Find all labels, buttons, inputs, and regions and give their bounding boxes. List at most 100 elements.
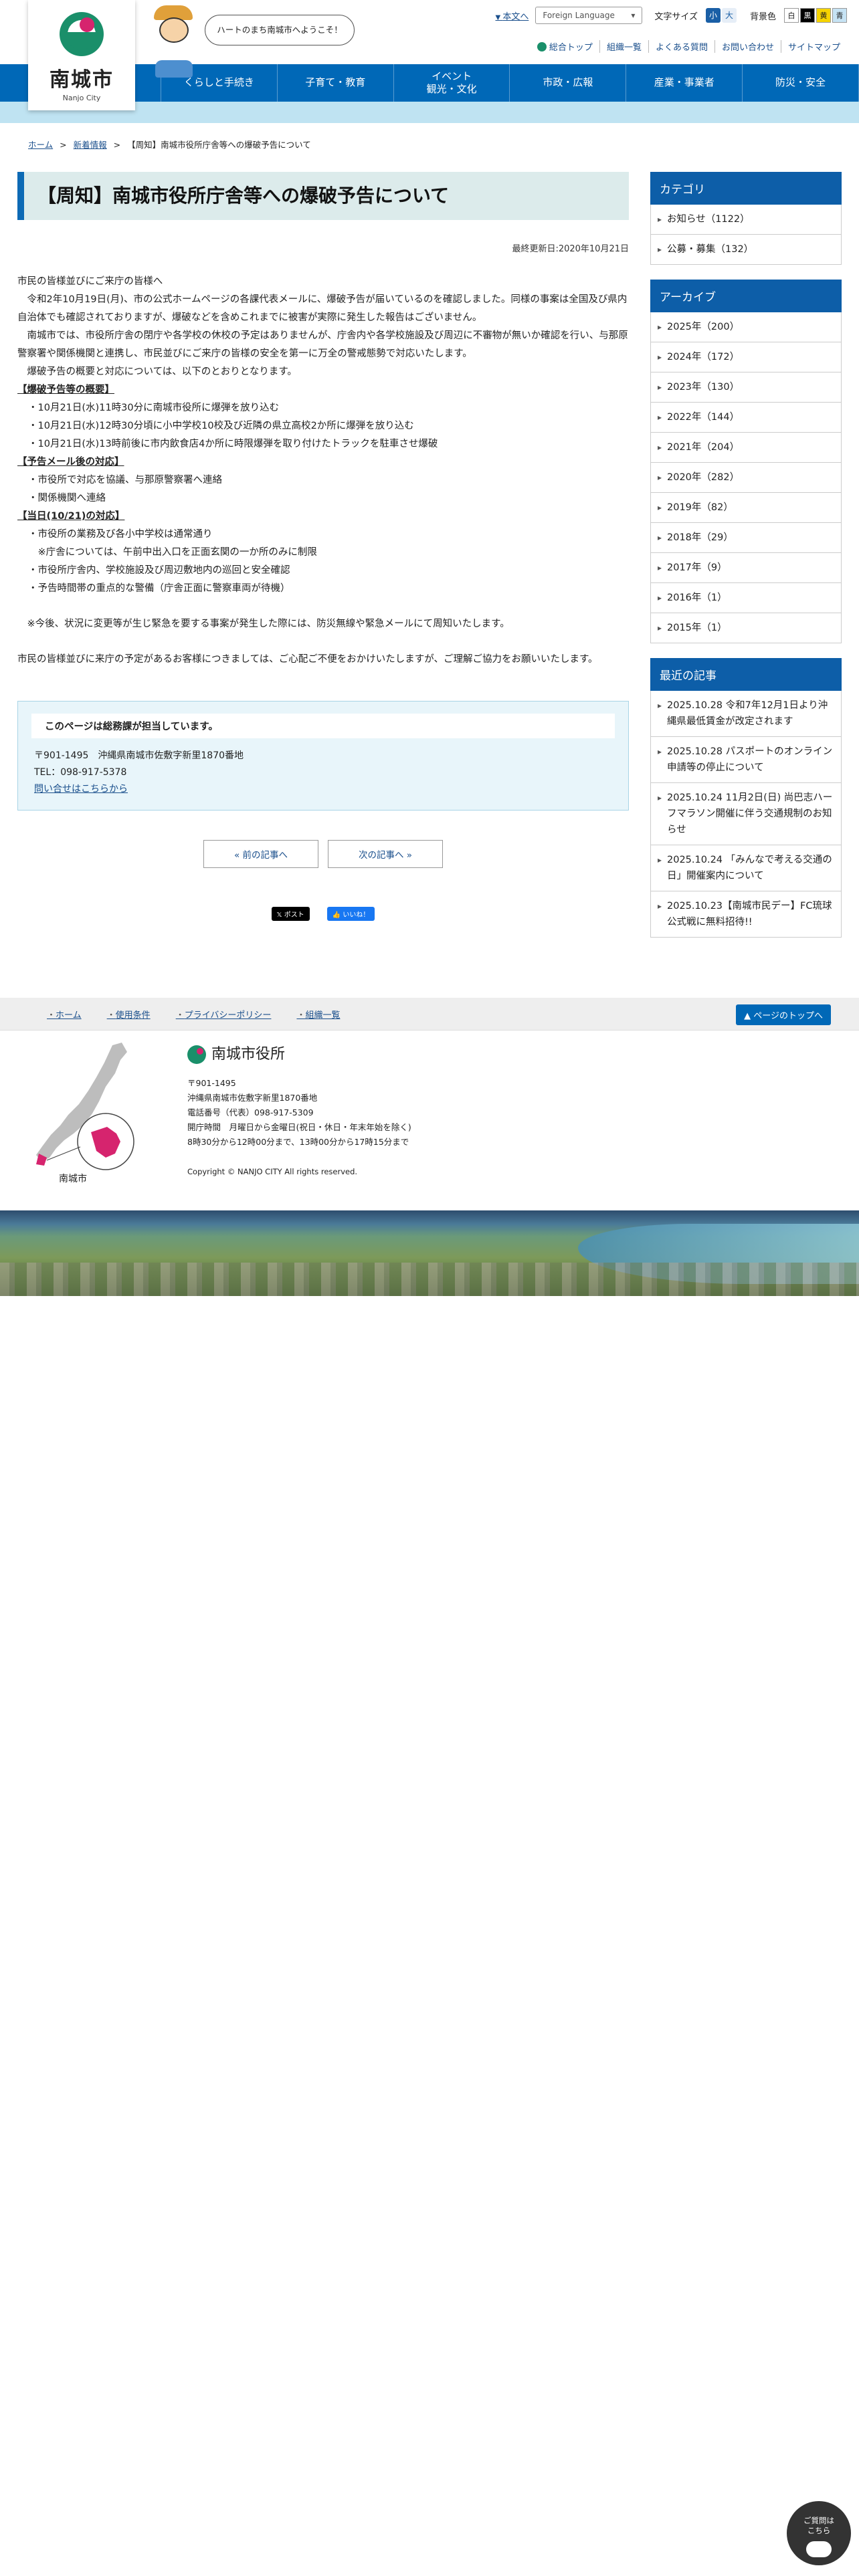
facebook-like-button[interactable]: 👍 いいね！	[326, 907, 375, 921]
logo-subtitle: Nanjo City	[62, 94, 101, 102]
sidebar: カテゴリ お知らせ（1122） 公募・募集（132） アーカイブ 2025年（2…	[650, 172, 842, 952]
home-emblem-icon	[537, 42, 547, 51]
footer-link-org[interactable]: 組織一覧	[296, 1008, 340, 1021]
section-heading: 【予告メール後の対応】	[17, 457, 124, 467]
util-link-top-label: 総合トップ	[549, 43, 593, 53]
recent-item[interactable]: 2025.10.28 パスポートのオンライン申請等の停止について	[650, 737, 842, 783]
util-link-org[interactable]: 組織一覧	[599, 40, 648, 53]
bg-yellow-button[interactable]: 黄	[816, 8, 831, 23]
breadcrumb-news[interactable]: 新着情報	[74, 140, 107, 150]
article-body: 市民の皆様並びにご来庁の皆様へ 令和2年10月19日(月)、市の公式ホームページ…	[17, 273, 629, 669]
footer-address: 沖縄県南城市佐敷字新里1870番地	[187, 1093, 318, 1103]
article-closing: 市民の皆様並びに来庁の予定があるお客様につきましては、ご心配ご不便をおかけいたし…	[17, 654, 598, 665]
mascot-image	[149, 4, 202, 78]
section-item: ・関係機関へ連絡	[28, 493, 106, 504]
archive-item[interactable]: 2017年（9）	[650, 553, 842, 583]
bg-color-label: 背景色	[749, 11, 776, 22]
font-size-small-button[interactable]: 小	[705, 8, 721, 23]
x-post-button[interactable]: 𝕏 ポスト	[271, 907, 310, 921]
section-item: ・市役所の業務及び各小中学校は通常通り	[28, 529, 213, 540]
last-updated: 最終更新日:2020年10月21日	[512, 244, 629, 254]
recent-title: 最近の記事	[650, 658, 842, 691]
bg-white-button[interactable]: 白	[784, 8, 799, 23]
social-buttons: 𝕏 ポスト 👍 いいね！	[17, 907, 629, 921]
category-title: カテゴリ	[650, 172, 842, 205]
section-item: ・市役所で対応を協議、与那原警察署へ連絡	[28, 475, 222, 486]
footer-link-terms[interactable]: 使用条件	[107, 1008, 151, 1021]
recent-item[interactable]: 2025.10.28 令和7年12月1日より沖縄県最低賃金が改定されます	[650, 691, 842, 737]
contact-tel: TEL：098-917-5378	[34, 767, 127, 778]
foreign-language-label: Foreign Language	[543, 11, 615, 20]
footer-link-privacy[interactable]: プライバシーポリシー	[176, 1008, 272, 1021]
bg-black-button[interactable]: 黒	[800, 8, 815, 23]
site-logo[interactable]: 南城市 Nanjo City	[28, 0, 135, 110]
section-item: ・10月21日(水)13時前後に市内飲食店4か所に時限爆弾を取り付けたトラックを…	[28, 439, 438, 449]
footer-postal: 〒901-1495	[187, 1078, 236, 1088]
archive-item[interactable]: 2022年（144）	[650, 403, 842, 433]
chat-bubble-icon	[806, 2541, 832, 2557]
contact-heading: このページは総務課が担当しています。	[31, 714, 615, 738]
recent-box: 最近の記事 2025.10.28 令和7年12月1日より沖縄県最低賃金が改定され…	[650, 658, 842, 938]
footer-info: 南城市役所 〒901-1495 沖縄県南城市佐敷字新里1870番地 電話番号（代…	[187, 1045, 411, 1179]
copyright: Copyright © NANJO CITY All rights reserv…	[187, 1167, 358, 1176]
util-link-faq[interactable]: よくある質問	[648, 40, 714, 53]
nav-item-events[interactable]: イベント 観光・文化	[393, 64, 510, 102]
logo-name: 南城市	[50, 68, 114, 92]
footer-hours: 開庁時間 月曜日から金曜日(祝日・休日・年末年始を除く)	[187, 1122, 411, 1132]
skip-to-content-link[interactable]: 本文へ	[495, 9, 529, 22]
section-item: ※庁舎については、午前中出入口を正面玄関の一か所のみに制限	[28, 547, 317, 558]
aerial-photo-image	[0, 1210, 859, 1296]
section-heading: 【当日(10/21)の対応】	[17, 511, 125, 522]
category-item[interactable]: お知らせ（1122）	[650, 205, 842, 235]
recent-item[interactable]: 2025.10.24 「みんなで考える交通の日」開催案内について	[650, 845, 842, 891]
archive-item[interactable]: 2020年（282）	[650, 463, 842, 493]
archive-item[interactable]: 2018年（29）	[650, 523, 842, 553]
chat-label: こちら	[807, 2526, 831, 2535]
header-tools: 本文へ Foreign Language ▾ 文字サイズ 小大 背景色 白黒黄青	[495, 7, 847, 24]
archive-item[interactable]: 2015年（1）	[650, 613, 842, 643]
util-link-contact[interactable]: お問い合わせ	[714, 40, 781, 53]
archive-item[interactable]: 2024年（172）	[650, 342, 842, 372]
main-content: 【周知】南城市役所庁舎等への爆破予告について 最終更新日:2020年10月21日…	[17, 172, 629, 952]
nav-item-industry[interactable]: 産業・事業者	[626, 64, 742, 102]
site-footer: 南城市 南城市役所 〒901-1495 沖縄県南城市佐敷字新里1870番地 電話…	[0, 1030, 859, 1210]
archive-item[interactable]: 2016年（1）	[650, 583, 842, 613]
nav-item-childcare[interactable]: 子育て・教育	[276, 64, 393, 102]
footer-link-home[interactable]: ホーム	[47, 1008, 82, 1021]
util-link-top[interactable]: 総合トップ	[531, 40, 599, 53]
bg-blue-button[interactable]: 青	[832, 8, 847, 23]
next-article-button[interactable]: 次の記事へ »	[328, 840, 443, 868]
archive-item[interactable]: 2021年（204）	[650, 433, 842, 463]
recent-item[interactable]: 2025.10.23【南城市民デー】FC琉球公式戦に無料招待!!	[650, 891, 842, 938]
contact-box: このページは総務課が担当しています。 〒901-1495 沖縄県南城市佐敷字新里…	[17, 701, 629, 811]
nav-item-city[interactable]: 市政・広報	[509, 64, 626, 102]
footer-tel: 電話番号（代表）098-917-5309	[187, 1107, 314, 1117]
breadcrumb: ホーム > 新着情報 > 【周知】南城市役所庁舎等への爆破予告について	[28, 140, 311, 150]
archive-item[interactable]: 2019年（82）	[650, 493, 842, 523]
page-top-button[interactable]: ▲ ページのトップへ	[736, 1004, 831, 1025]
nav-item-safety[interactable]: 防災・安全	[742, 64, 859, 102]
chat-label: ご質問は	[803, 2516, 834, 2525]
foreign-language-select[interactable]: Foreign Language ▾	[535, 7, 643, 24]
font-size-large-button[interactable]: 大	[721, 8, 737, 23]
map-label: 南城市	[59, 1173, 87, 1184]
prev-article-button[interactable]: « 前の記事へ	[203, 840, 318, 868]
recent-item[interactable]: 2025.10.24 11月2日(日) 尚巴志ハーフマラソン開催に伴う交通規制の…	[650, 783, 842, 845]
intro-line: 爆破予告の概要と対応については、以下のとおりとなります。	[17, 366, 297, 377]
utility-links: 総合トップ 組織一覧 よくある質問 お問い合わせ サイトマップ	[531, 40, 847, 53]
article-note: ※今後、状況に変更等が生じ緊急を要する事案が発生した際には、防災無線や緊急メール…	[17, 619, 510, 629]
intro-line: 令和2年10月19日(月)、市の公式ホームページの各課代表メールに、爆破予告が届…	[17, 294, 628, 323]
contact-link[interactable]: 問い合せはこちらから	[34, 784, 128, 794]
archive-item[interactable]: 2025年（200）	[650, 312, 842, 342]
breadcrumb-home[interactable]: ホーム	[28, 140, 53, 150]
city-emblem-icon	[187, 1045, 206, 1064]
nav-item-events-label: イベント 観光・文化	[426, 70, 477, 96]
archive-title: アーカイブ	[650, 280, 842, 312]
page-title: 【周知】南城市役所庁舎等への爆破予告について	[17, 172, 629, 220]
contact-address: 〒901-1495 沖縄県南城市佐敷字新里1870番地	[34, 750, 244, 761]
util-link-sitemap[interactable]: サイトマップ	[780, 40, 847, 53]
archive-item[interactable]: 2023年（130）	[650, 372, 842, 403]
category-item[interactable]: 公募・募集（132）	[650, 235, 842, 265]
section-item: ・10月21日(水)11時30分に南城市役所に爆弾を放り込む	[28, 403, 280, 413]
chat-button[interactable]: ご質問は こちら	[787, 2501, 851, 2565]
